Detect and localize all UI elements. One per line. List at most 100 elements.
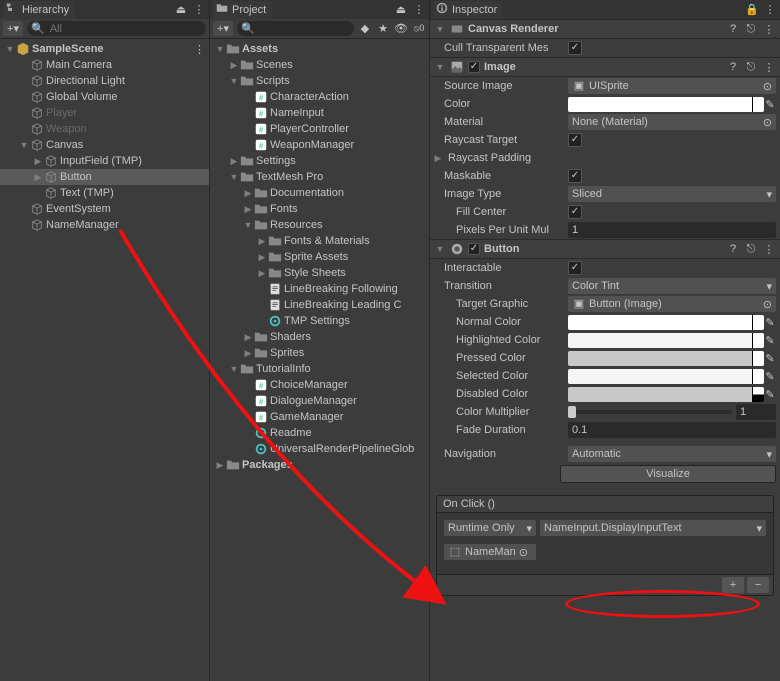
foldout-icon[interactable]: ▶ xyxy=(242,204,254,215)
preset-icon[interactable]: ⎋ xyxy=(744,242,758,256)
eyedropper-icon[interactable]: ✎ xyxy=(764,370,776,383)
tree-row[interactable]: #ChoiceManager xyxy=(210,377,429,393)
tree-row[interactable]: ▶Sprites xyxy=(210,345,429,361)
component-canvas-renderer[interactable]: ▼ Canvas Renderer ? ⎋ ⋮ xyxy=(430,19,780,39)
foldout-icon[interactable]: ▶ xyxy=(256,236,268,247)
tree-row[interactable]: ▶Scenes xyxy=(210,57,429,73)
color-field[interactable] xyxy=(568,369,764,384)
object-picker-icon[interactable]: ⊙ xyxy=(519,546,528,559)
tree-row[interactable]: #WeaponManager xyxy=(210,137,429,153)
number-input[interactable] xyxy=(736,404,776,420)
tree-row[interactable]: ▶Style Sheets xyxy=(210,265,429,281)
color-field[interactable] xyxy=(568,333,764,348)
lock-icon[interactable]: 🔒 xyxy=(745,3,759,17)
tree-row[interactable]: ▼Scripts xyxy=(210,73,429,89)
visibility-icon[interactable]: 👁 xyxy=(394,22,408,36)
foldout-icon[interactable]: ▶ xyxy=(242,348,254,359)
tree-row[interactable]: #CharacterAction xyxy=(210,89,429,105)
search-input[interactable] xyxy=(48,22,202,36)
dropdown[interactable]: Automatic▾ xyxy=(568,446,776,462)
number-input[interactable] xyxy=(568,422,776,438)
component-image[interactable]: ▼ Image ? ⎋ ⋮ xyxy=(430,57,780,77)
checkbox[interactable] xyxy=(568,261,582,275)
inspector-tab[interactable]: Inspector xyxy=(433,1,503,19)
component-enable-checkbox[interactable] xyxy=(468,61,480,73)
component-menu-icon[interactable]: ⋮ xyxy=(762,242,776,256)
color-field[interactable] xyxy=(568,97,764,112)
tree-row[interactable]: TMP Settings xyxy=(210,313,429,329)
tree-row[interactable]: ▶Settings xyxy=(210,153,429,169)
object-picker-icon[interactable]: ⊙ xyxy=(763,116,772,129)
object-field[interactable]: ⬚NameMan⊙ xyxy=(444,544,536,560)
component-menu-icon[interactable]: ⋮ xyxy=(762,22,776,36)
context-menu-icon[interactable]: ⋮ xyxy=(763,3,777,17)
foldout-icon[interactable]: ▶ xyxy=(32,156,44,167)
tree-row[interactable]: ▼TextMesh Pro xyxy=(210,169,429,185)
eyedropper-icon[interactable]: ✎ xyxy=(764,334,776,347)
component-enable-checkbox[interactable] xyxy=(468,243,480,255)
scene-menu-icon[interactable]: ⋮ xyxy=(194,43,205,56)
function-dropdown[interactable]: NameInput.DisplayInputText▾ xyxy=(540,520,766,536)
add-entry-button[interactable]: + xyxy=(722,577,744,593)
object-field[interactable]: ▣Button (Image)⊙ xyxy=(568,296,776,312)
help-icon[interactable]: ? xyxy=(726,22,740,36)
foldout-icon[interactable]: ▶ xyxy=(242,332,254,343)
preset-icon[interactable]: ⎋ xyxy=(744,60,758,74)
foldout-icon[interactable]: ▶ xyxy=(256,252,268,263)
tree-row[interactable]: ▼Canvas xyxy=(0,137,209,153)
foldout-icon[interactable]: ▼ xyxy=(228,364,240,374)
tree-row[interactable]: Main Camera xyxy=(0,57,209,73)
project-tab[interactable]: Project xyxy=(213,1,272,19)
tree-row[interactable]: ▶Fonts xyxy=(210,201,429,217)
tree-row[interactable]: Text (TMP) xyxy=(0,185,209,201)
eyedropper-icon[interactable]: ✎ xyxy=(764,316,776,329)
hierarchy-tab[interactable]: Hierarchy xyxy=(3,1,75,19)
tree-row[interactable]: ▶Documentation xyxy=(210,185,429,201)
tree-row[interactable]: ▶Packages xyxy=(210,457,429,473)
create-button[interactable]: +▾ xyxy=(213,21,233,36)
object-picker-icon[interactable]: ⊙ xyxy=(763,298,772,311)
project-search[interactable]: 🔍 xyxy=(237,21,354,36)
tree-row[interactable]: Global Volume xyxy=(0,89,209,105)
tree-row[interactable]: Directional Light xyxy=(0,73,209,89)
create-button[interactable]: +▾ xyxy=(3,21,23,36)
foldout-icon[interactable]: ▶ xyxy=(32,172,44,183)
foldout-icon[interactable]: ▶ xyxy=(228,156,240,167)
color-field[interactable] xyxy=(568,315,764,330)
tree-row[interactable]: ▶Fonts & Materials xyxy=(210,233,429,249)
tree-row[interactable]: ▼SampleScene⋮ xyxy=(0,41,209,57)
checkbox[interactable] xyxy=(568,205,582,219)
object-field[interactable]: None (Material)⊙ xyxy=(568,114,776,130)
foldout-icon[interactable]: ▼ xyxy=(242,220,254,230)
foldout-icon[interactable]: ▶ xyxy=(214,460,226,471)
checkbox[interactable] xyxy=(568,41,582,55)
runtime-dropdown[interactable]: Runtime Only▾ xyxy=(444,520,536,536)
foldout-icon[interactable]: ▼ xyxy=(434,24,446,34)
hierarchy-search[interactable]: 🔍 xyxy=(27,21,206,36)
foldout-icon[interactable]: ▶ xyxy=(432,153,444,164)
number-input[interactable] xyxy=(568,222,776,238)
foldout-icon[interactable]: ▶ xyxy=(242,188,254,199)
tree-row[interactable]: ▶Shaders xyxy=(210,329,429,345)
lock-icon[interactable]: ⏏ xyxy=(174,3,188,17)
tree-row[interactable]: #GameManager xyxy=(210,409,429,425)
eyedropper-icon[interactable]: ✎ xyxy=(764,98,776,111)
dropdown[interactable]: Sliced▾ xyxy=(568,186,776,202)
tree-row[interactable]: #NameInput xyxy=(210,105,429,121)
tree-row[interactable]: UniversalRenderPipelineGlob xyxy=(210,441,429,457)
foldout-icon[interactable]: ▼ xyxy=(434,244,446,254)
hidden-icon[interactable]: ⦸0 xyxy=(412,22,426,36)
tree-row[interactable]: #DialogueManager xyxy=(210,393,429,409)
context-menu-icon[interactable]: ⋮ xyxy=(192,3,206,17)
foldout-icon[interactable]: ▼ xyxy=(214,44,226,54)
tree-row[interactable]: ▼TutorialInfo xyxy=(210,361,429,377)
eyedropper-icon[interactable]: ✎ xyxy=(764,352,776,365)
object-field[interactable]: ▣UISprite⊙ xyxy=(568,78,776,94)
tree-row[interactable]: EventSystem xyxy=(0,201,209,217)
tree-row[interactable]: LineBreaking Following xyxy=(210,281,429,297)
object-picker-icon[interactable]: ⊙ xyxy=(763,80,772,93)
lock-icon[interactable]: ⏏ xyxy=(394,3,408,17)
dropdown[interactable]: Color Tint▾ xyxy=(568,278,776,294)
tree-row[interactable]: ▶InputField (TMP) xyxy=(0,153,209,169)
foldout-icon[interactable]: ▼ xyxy=(228,172,240,182)
